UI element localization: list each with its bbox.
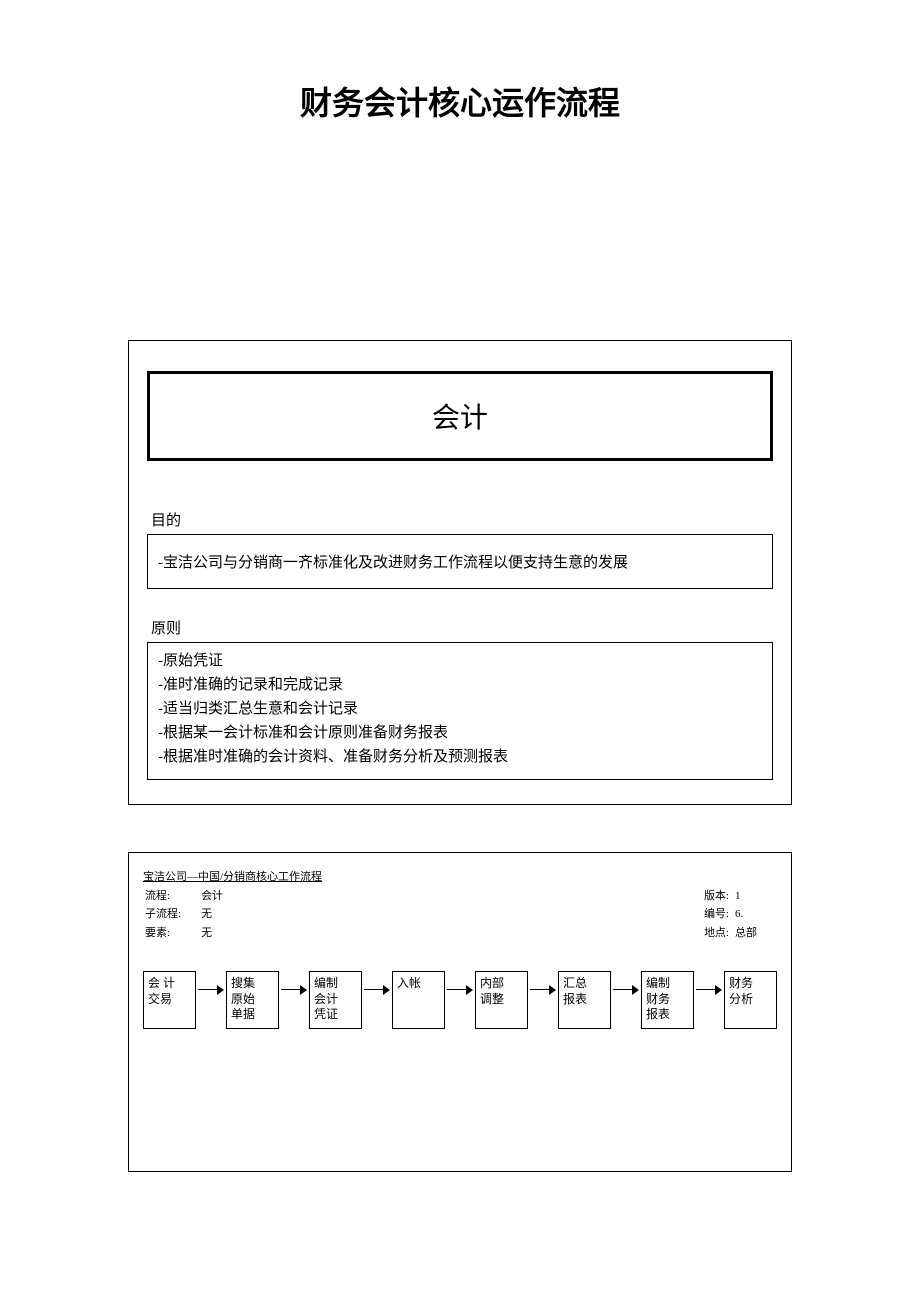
principle-item: -根据某一会计标准和会计原则准备财务报表: [158, 721, 762, 745]
arrow-right-icon: [445, 971, 475, 1029]
meta-key: 版本:: [704, 888, 733, 905]
principles-label: 原则: [147, 617, 773, 638]
meta-left-table: 流程:会计 子流程:无 要素:无: [143, 886, 243, 944]
flowchart-panel: 宝洁公司—中国/分销商核心工作流程 流程:会计 子流程:无 要素:无 版本:1 …: [128, 852, 792, 1172]
meta-val: 会计: [201, 888, 241, 905]
flow-node: 搜集原始单据: [226, 971, 279, 1029]
flow-node: 编制会计凭证: [309, 971, 362, 1029]
arrow-right-icon: [362, 971, 392, 1029]
flow-node: 汇总报表: [558, 971, 611, 1029]
arrow-right-icon: [196, 971, 226, 1029]
meta-val: 无: [201, 925, 241, 942]
flow-node: 入帐: [392, 971, 445, 1029]
accounting-banner: 会计: [147, 371, 773, 461]
principle-item: -根据准时准确的会计资料、准备财务分析及预测报表: [158, 745, 762, 769]
arrow-right-icon: [611, 971, 641, 1029]
flow-node: 会 计交易: [143, 971, 196, 1029]
arrow-right-icon: [694, 971, 724, 1029]
flow-node: 财务分析: [724, 971, 777, 1029]
page-title: 财务会计核心运作流程: [0, 0, 920, 124]
purpose-box: -宝洁公司与分销商一齐标准化及改进财务工作流程以便支持生意的发展: [147, 534, 773, 589]
flow-node: 内部调整: [475, 971, 528, 1029]
overview-panel: 会计 目的 -宝洁公司与分销商一齐标准化及改进财务工作流程以便支持生意的发展 原…: [128, 340, 792, 805]
purpose-text: -宝洁公司与分销商一齐标准化及改进财务工作流程以便支持生意的发展: [158, 555, 628, 571]
principle-item: -准时准确的记录和完成记录: [158, 673, 762, 697]
meta-key: 要素:: [145, 925, 199, 942]
principle-item: -原始凭证: [158, 649, 762, 673]
flow-node: 编制财务报表: [641, 971, 694, 1029]
meta-block: 宝洁公司—中国/分销商核心工作流程 流程:会计 子流程:无 要素:无 版本:1 …: [143, 869, 777, 943]
meta-key: 编号:: [704, 906, 733, 923]
purpose-label: 目的: [147, 509, 773, 530]
principles-box: -原始凭证 -准时准确的记录和完成记录 -适当归类汇总生意和会计记录 -根据某一…: [147, 642, 773, 780]
principle-item: -适当归类汇总生意和会计记录: [158, 697, 762, 721]
flow-row: 会 计交易 搜集原始单据 编制会计凭证 入帐 内部调整 汇总报表 编制财务报表 …: [143, 971, 777, 1029]
meta-key: 地点:: [704, 925, 733, 942]
meta-val: 6.: [735, 906, 775, 923]
meta-key: 子流程:: [145, 906, 199, 923]
arrow-right-icon: [279, 971, 309, 1029]
meta-title: 宝洁公司—中国/分销商核心工作流程: [143, 869, 322, 886]
meta-val: 无: [201, 906, 241, 923]
meta-val: 1: [735, 888, 775, 905]
meta-val: 总部: [735, 925, 775, 942]
meta-key: 流程:: [145, 888, 199, 905]
arrow-right-icon: [528, 971, 558, 1029]
meta-right-table: 版本:1 编号:6. 地点:总部: [702, 886, 777, 944]
